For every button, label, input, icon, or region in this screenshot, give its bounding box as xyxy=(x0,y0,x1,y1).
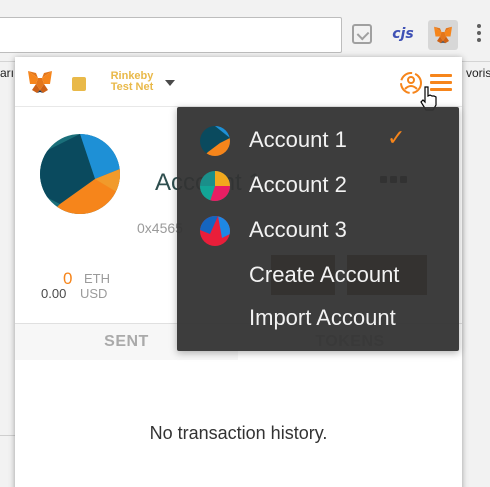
account-dropdown-menu: Account 1 ✓ Account 2 Account 3 Create A… xyxy=(177,107,459,351)
metamask-logo-icon xyxy=(28,71,52,93)
network-selector[interactable]: Rinkeby Test Net xyxy=(102,71,162,93)
account-3-identicon xyxy=(200,216,230,246)
menu-item-account-2[interactable]: Account 2 xyxy=(177,166,459,206)
pocket-extension-icon[interactable] xyxy=(352,24,372,44)
usd-balance: 0.00 xyxy=(41,286,67,301)
metamask-fox-icon xyxy=(434,26,452,44)
browser-menu-icon[interactable] xyxy=(474,22,484,46)
menu-item-label: Account 3 xyxy=(249,217,347,242)
network-indicator-icon[interactable] xyxy=(72,77,86,91)
address-bar[interactable] xyxy=(0,17,342,53)
account-1-identicon xyxy=(200,126,230,156)
cjs-extension-icon[interactable]: cjs xyxy=(389,22,417,46)
browser-toolbar: cjs xyxy=(0,0,490,62)
account-2-identicon xyxy=(200,171,230,201)
empty-history-message: No transaction history. xyxy=(149,423,328,443)
page-divider xyxy=(0,435,16,436)
menu-item-label: Account 2 xyxy=(249,172,347,197)
menu-item-import-account[interactable]: Import Account xyxy=(177,299,459,339)
menu-item-account-3[interactable]: Account 3 xyxy=(177,211,459,251)
menu-item-label: Account 1 xyxy=(249,127,347,152)
popup-header: Rinkeby Test Net xyxy=(15,57,462,111)
menu-item-label: Import Account xyxy=(249,305,396,330)
menu-item-label: Create Account xyxy=(249,262,400,287)
caret-down-icon[interactable] xyxy=(165,80,175,86)
page-background-text: voris xyxy=(466,66,490,80)
screen: cjs arı voris Rinkeby Test Net 0x4565 0 … xyxy=(0,0,490,487)
menu-item-account-1[interactable]: Account 1 ✓ xyxy=(177,121,459,161)
checkmark-icon: ✓ xyxy=(387,125,406,150)
account-identicon xyxy=(40,134,120,214)
page-background-text: arı xyxy=(0,66,15,80)
eth-unit: ETH xyxy=(84,271,110,286)
menu-item-create-account[interactable]: Create Account xyxy=(177,256,459,296)
usd-unit: USD xyxy=(80,286,108,301)
network-name-line2: Test Net xyxy=(110,81,154,93)
metamask-extension-icon[interactable] xyxy=(428,20,458,50)
